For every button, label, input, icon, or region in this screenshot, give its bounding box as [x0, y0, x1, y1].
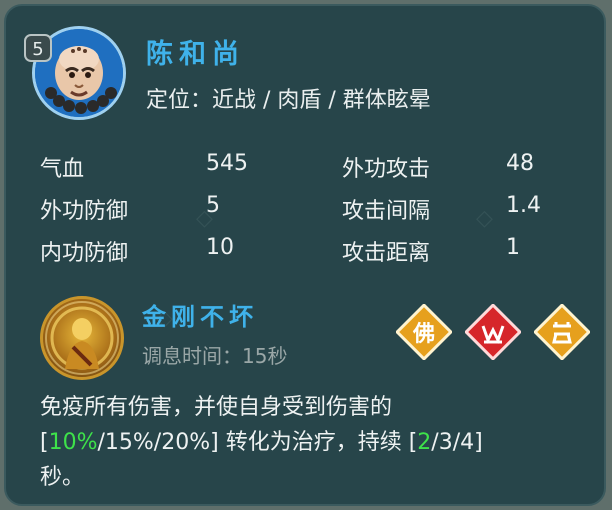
stat-value: 1.4 — [506, 193, 541, 218]
stat-label: 攻击距离 — [342, 241, 431, 266]
stat-label: 外功防御 — [40, 199, 129, 224]
description-line-1: 免疫所有伤害，并使自身受到伤害的 — [40, 395, 393, 420]
stat-label: 内功防御 — [40, 241, 129, 266]
skill-description: 免疫所有伤害，并使自身受到伤害的 [10%/15%/20%] 转化为治疗，持续 … — [40, 390, 600, 495]
stat-value: 48 — [506, 151, 534, 176]
hero-name: 陈和尚 — [146, 39, 245, 70]
description-line-2: [10%/15%/20%] 转化为治疗，持续 [2/3/4] — [40, 430, 483, 455]
stat-label: 气血 — [40, 157, 85, 182]
skill-icon[interactable] — [40, 296, 124, 380]
background-map-decoration: ◇ — [476, 206, 493, 231]
highlight-value: 10% — [48, 430, 98, 455]
stat-label: 攻击间隔 — [342, 199, 431, 224]
skill-cooldown: 调息时间：15秒 — [142, 344, 288, 368]
description-line-3: 秒。 — [40, 465, 85, 490]
buddha-badge-icon[interactable]: 佛 — [395, 303, 453, 361]
golden-monk-icon — [45, 301, 119, 375]
stat-value: 5 — [206, 193, 220, 218]
tower-badge-icon[interactable] — [533, 303, 591, 361]
skill-name: 金刚不坏 — [142, 302, 258, 331]
buddha-glyph: 佛 — [412, 321, 435, 347]
highlight-value: 2 — [417, 430, 432, 455]
hero-info-card: ◇ ◇ ◇ 5 陈和尚 定位：近战 / 肉盾 / 群体眩晕 气血 545 外功攻… — [4, 4, 606, 506]
stat-value: 545 — [206, 151, 248, 176]
stat-label: 外功攻击 — [342, 157, 431, 182]
claw-badge-icon[interactable] — [464, 303, 522, 361]
hero-role: 定位：近战 / 肉盾 / 群体眩晕 — [146, 88, 431, 113]
stat-value: 1 — [506, 235, 520, 260]
stat-value: 10 — [206, 235, 234, 260]
hero-level-badge: 5 — [24, 34, 52, 62]
